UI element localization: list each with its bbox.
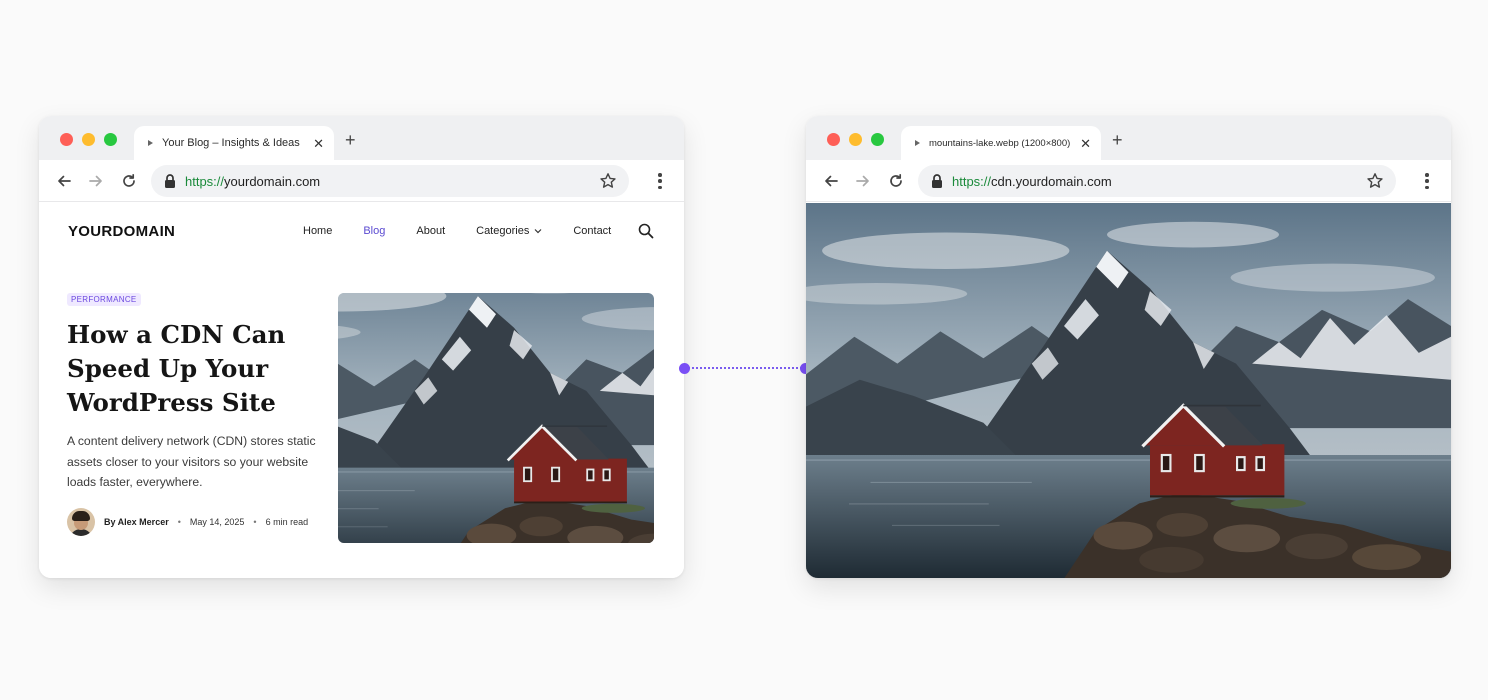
read-time: 6 min read: [265, 517, 309, 527]
avatar: [67, 508, 95, 536]
separator: •: [177, 517, 181, 527]
back-arrow-icon[interactable]: [821, 171, 841, 191]
url-text: https://yourdomain.com: [185, 174, 599, 189]
site-nav: Home Blog About Categories Contact: [303, 225, 642, 237]
star-icon[interactable]: [1366, 172, 1384, 190]
tab-strip: Your Blog – Insights & Ideas ✕ +: [39, 116, 684, 160]
tab-image[interactable]: mountains-lake.webp (1200×800) ✕: [901, 126, 1101, 160]
tab-blog[interactable]: Your Blog – Insights & Ideas ✕: [134, 126, 334, 160]
image-viewer: [806, 203, 1451, 578]
star-icon[interactable]: [599, 172, 617, 190]
separator: •: [253, 517, 257, 527]
url-scheme: https://: [185, 173, 225, 189]
author-name[interactable]: By Alex Mercer: [104, 517, 169, 527]
address-bar[interactable]: https://yourdomain.com: [151, 165, 629, 197]
connector-line: [684, 367, 806, 369]
address-bar[interactable]: https://cdn.yourdomain.com: [918, 165, 1396, 197]
favicon-icon: [148, 140, 153, 146]
url-host: yourdomain.com: [224, 173, 321, 189]
nav-home[interactable]: Home: [303, 225, 332, 237]
featured-image[interactable]: [338, 293, 654, 543]
connector-dot-start: [679, 362, 690, 374]
minimize-window-button[interactable]: [82, 133, 95, 146]
new-tab-button[interactable]: +: [1112, 131, 1123, 149]
browser-window-cdn-image: mountains-lake.webp (1200×800) ✕ + https…: [806, 116, 1451, 578]
window-controls: [60, 133, 117, 146]
blog-page: YOURDOMAIN Home Blog About Categories Co…: [39, 203, 684, 578]
minimize-window-button[interactable]: [849, 133, 862, 146]
reload-icon[interactable]: [886, 171, 906, 191]
reload-icon[interactable]: [119, 171, 139, 191]
menu-dots-icon[interactable]: [1425, 173, 1429, 189]
url-host: cdn.yourdomain.com: [991, 173, 1112, 189]
article-title[interactable]: How a CDN Can Speed Up Your WordPress Si…: [67, 318, 322, 420]
lock-icon: [165, 174, 175, 188]
publish-date: May 14, 2025: [189, 517, 245, 527]
tab-close-icon[interactable]: ✕: [313, 137, 324, 150]
url-scheme: https://: [952, 173, 992, 189]
forward-arrow-icon[interactable]: [86, 171, 106, 191]
article-byline: By Alex Mercer • May 14, 2025 • 6 min re…: [67, 508, 308, 536]
tab-strip: mountains-lake.webp (1200×800) ✕ +: [806, 116, 1451, 160]
article-excerpt: A content delivery network (CDN) stores …: [67, 434, 316, 489]
category-tag[interactable]: PERFORMANCE: [67, 293, 141, 306]
new-tab-button[interactable]: +: [345, 131, 356, 149]
tab-title: Your Blog – Insights & Ideas: [162, 137, 300, 149]
nav-contact[interactable]: Contact: [573, 225, 611, 237]
chevron-down-icon: [534, 229, 542, 234]
maximize-window-button[interactable]: [871, 133, 884, 146]
window-controls: [827, 133, 884, 146]
forward-arrow-icon[interactable]: [853, 171, 873, 191]
mountains-lake-image: [806, 203, 1451, 578]
browser-toolbar: https://cdn.yourdomain.com: [806, 160, 1451, 202]
nav-categories[interactable]: Categories: [476, 225, 542, 237]
browser-window-blog: Your Blog – Insights & Ideas ✕ + https:/…: [39, 116, 684, 578]
nav-categories-label: Categories: [476, 225, 530, 237]
site-logo[interactable]: YOURDOMAIN: [68, 223, 175, 240]
favicon-icon: [915, 140, 920, 146]
close-window-button[interactable]: [827, 133, 840, 146]
nav-about[interactable]: About: [416, 225, 445, 237]
close-window-button[interactable]: [60, 133, 73, 146]
tab-close-icon[interactable]: ✕: [1080, 137, 1091, 150]
search-icon[interactable]: [638, 223, 654, 239]
maximize-window-button[interactable]: [104, 133, 117, 146]
back-arrow-icon[interactable]: [54, 171, 74, 191]
url-text: https://cdn.yourdomain.com: [952, 174, 1366, 189]
lock-icon: [932, 174, 942, 188]
nav-blog[interactable]: Blog: [363, 225, 385, 237]
tab-title: mountains-lake.webp (1200×800): [929, 137, 1071, 149]
menu-dots-icon[interactable]: [658, 173, 662, 189]
browser-toolbar: https://yourdomain.com: [39, 160, 684, 202]
